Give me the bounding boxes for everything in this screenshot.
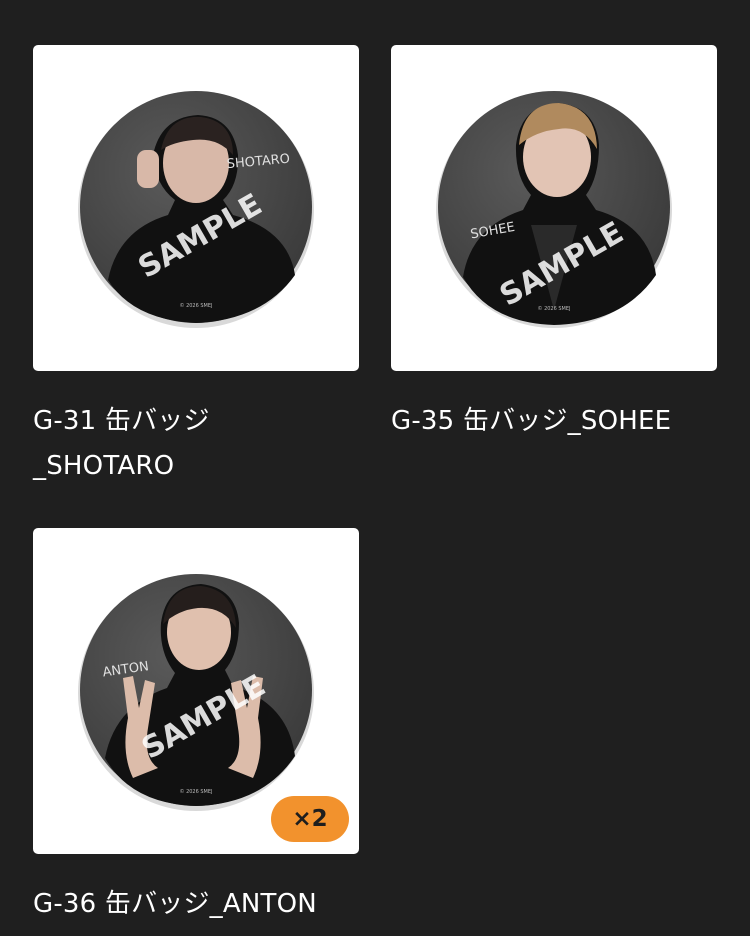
product-card-shotaro[interactable]: SHOTARO SAMPLE © 2026 SMEJ G-31 缶バッジ _SH… — [33, 45, 359, 489]
quantity-badge: ×2 — [271, 796, 349, 842]
product-card-anton[interactable]: ANTON SAMPLE © 2026 SMEJ ×2 G-36 缶バッジ_AN… — [33, 528, 359, 927]
can-badge-image: SHOTARO SAMPLE © 2026 SMEJ — [78, 91, 314, 328]
product-title[interactable]: G-31 缶バッジ _SHOTARO — [33, 399, 359, 489]
can-badge-image: SOHEE SAMPLE © 2026 SMEJ — [436, 91, 672, 328]
product-title[interactable]: G-35 缶バッジ_SOHEE — [391, 399, 717, 444]
product-card-sohee[interactable]: SOHEE SAMPLE © 2026 SMEJ G-35 缶バッジ_SOHEE — [391, 45, 717, 444]
product-image-sohee[interactable]: SOHEE SAMPLE © 2026 SMEJ — [391, 45, 717, 371]
svg-text:© 2026 SMEJ: © 2026 SMEJ — [179, 302, 212, 309]
product-image-shotaro[interactable]: SHOTARO SAMPLE © 2026 SMEJ — [33, 45, 359, 371]
svg-text:© 2026 SMEJ: © 2026 SMEJ — [537, 305, 570, 312]
svg-text:© 2026 SMEJ: © 2026 SMEJ — [179, 788, 212, 795]
product-title[interactable]: G-36 缶バッジ_ANTON — [33, 882, 359, 927]
product-image-anton[interactable]: ANTON SAMPLE © 2026 SMEJ ×2 — [33, 528, 359, 854]
